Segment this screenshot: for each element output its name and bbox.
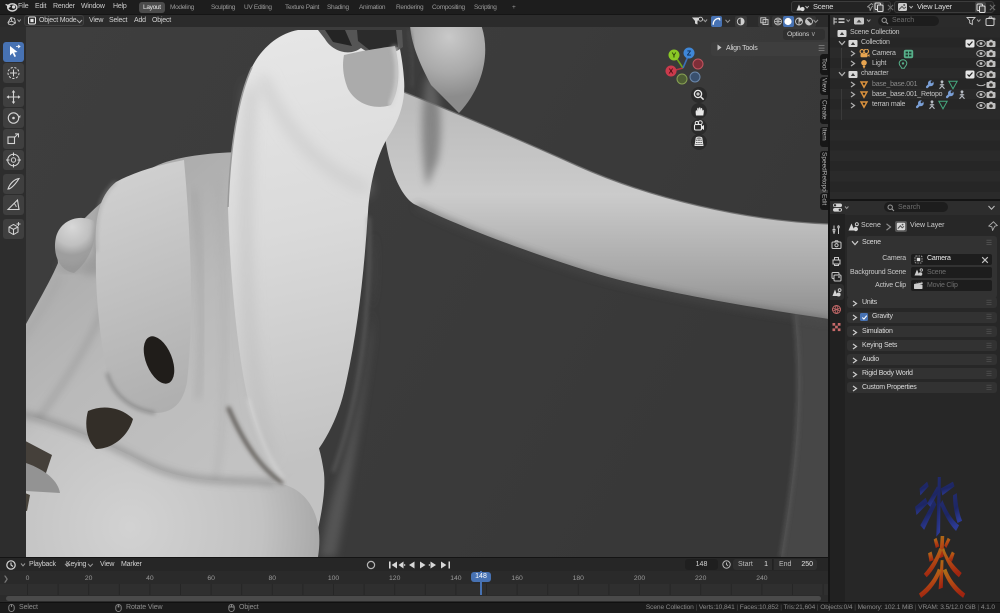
svg-text:Item: Item: [821, 128, 828, 141]
svg-text:Tool: Tool: [821, 58, 828, 70]
svg-text:Z: Z: [687, 51, 692, 58]
svg-text:X: X: [669, 69, 674, 76]
svg-text:160: 160: [511, 575, 523, 582]
svg-text:120: 120: [389, 575, 401, 582]
svg-text:Y: Y: [672, 53, 677, 60]
svg-text:SpeedRetopo: SpeedRetopo: [821, 152, 828, 192]
svg-text:40: 40: [146, 575, 154, 582]
svg-text:140: 140: [450, 575, 462, 582]
svg-text:240: 240: [756, 575, 768, 582]
svg-text:View: View: [821, 78, 828, 92]
svg-text:20: 20: [85, 575, 93, 582]
svg-text:Edit: Edit: [821, 194, 828, 205]
svg-text:❯: ❯: [3, 575, 9, 583]
svg-text:200: 200: [634, 575, 646, 582]
svg-text:180: 180: [573, 575, 585, 582]
svg-text:80: 80: [269, 575, 277, 582]
svg-text:60: 60: [207, 575, 215, 582]
svg-text:220: 220: [695, 575, 707, 582]
svg-text:Create: Create: [821, 100, 828, 120]
svg-text:0: 0: [26, 575, 30, 582]
svg-text:100: 100: [328, 575, 340, 582]
